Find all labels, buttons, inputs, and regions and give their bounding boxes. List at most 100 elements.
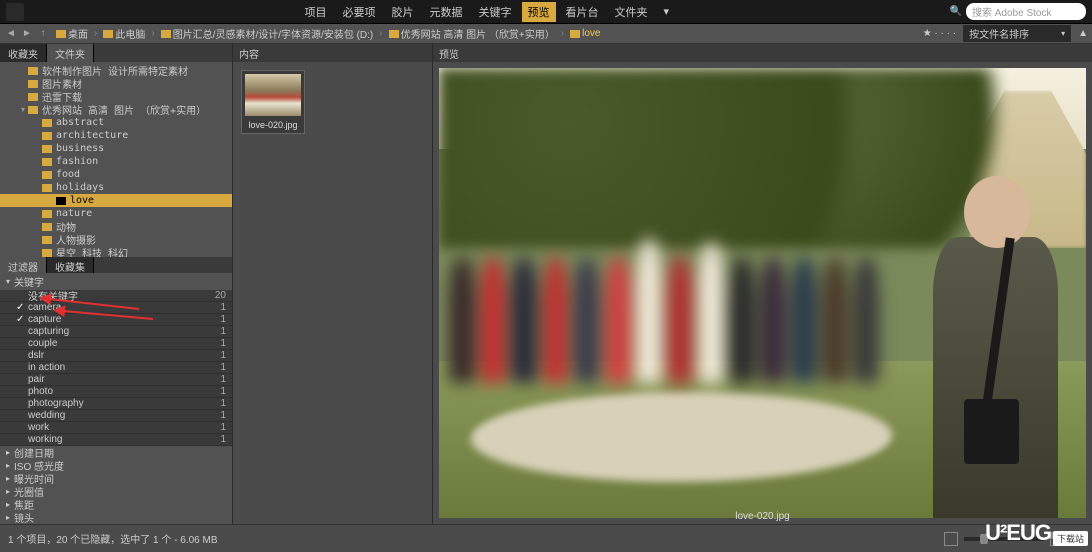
category-label: 镜头 xyxy=(14,510,34,524)
crumb-sep-icon: › xyxy=(151,28,154,39)
menu-metadata[interactable]: 元数据 xyxy=(424,2,469,22)
folder-tree[interactable]: 软件制作图片 设计所需特定素材图片素材迅雷下载▾优秀网站 高清 图片 （欣赏+实… xyxy=(0,62,232,257)
folder-icon xyxy=(42,249,52,257)
filter-tabs: 过滤器 收藏集 xyxy=(0,257,232,273)
folder-row[interactable]: fashion xyxy=(0,155,232,168)
crumb-pc[interactable]: 此电脑 xyxy=(99,26,149,41)
menu-essentials[interactable]: 必要项 xyxy=(337,2,382,22)
nav-fwd-icon[interactable]: ► xyxy=(20,27,34,41)
status-bar: 1 个项目，20 个已隐藏，选中了 1 个 - 6.06 MB xyxy=(0,524,1092,552)
preview-area[interactable]: love-020.jpg xyxy=(433,62,1092,524)
keyword-count: 1 xyxy=(220,326,226,337)
menu-filmstrip[interactable]: 胶片 xyxy=(386,2,420,22)
tab-collections[interactable]: 收藏集 xyxy=(47,257,94,273)
keyword-count: 1 xyxy=(220,314,226,325)
folder-label: abstract xyxy=(56,117,104,128)
folder-icon xyxy=(42,132,52,140)
folder-row[interactable]: love xyxy=(0,194,232,207)
keyword-count: 1 xyxy=(220,386,226,397)
search-icon: 🔍 xyxy=(950,6,962,17)
folder-row[interactable]: 星空 科技 科幻 xyxy=(0,246,232,257)
thumbnail-item[interactable]: love-020.jpg xyxy=(241,70,305,134)
keyword-row[interactable]: 没有关键字20 xyxy=(0,290,232,302)
crumb-sep-icon: › xyxy=(561,28,564,39)
thumbnail-label: love-020.jpg xyxy=(245,116,301,130)
watermark: U²EUG 下载站 xyxy=(985,520,1088,546)
folder-label: holidays xyxy=(56,182,104,193)
folder-row[interactable]: business xyxy=(0,142,232,155)
menu-keywords[interactable]: 关键字 xyxy=(473,2,518,22)
nav-back-icon[interactable]: ◄ xyxy=(4,27,18,41)
main: 收藏夹 文件夹 软件制作图片 设计所需特定素材图片素材迅雷下载▾优秀网站 高清 … xyxy=(0,44,1092,524)
thumbnail-image xyxy=(245,74,301,116)
crumb-desktop[interactable]: 桌面 xyxy=(52,26,92,41)
sort-dropdown[interactable]: 按文件名排序▾ xyxy=(962,24,1072,43)
keyword-row[interactable]: capturing1 xyxy=(0,326,232,338)
keyword-count: 1 xyxy=(220,422,226,433)
keyword-count: 20 xyxy=(215,290,226,301)
checkmark-icon: ✓ xyxy=(16,302,26,313)
menu-preview[interactable]: 预览 xyxy=(522,2,556,22)
folder-row[interactable]: 图片素材 xyxy=(0,77,232,90)
keyword-count: 1 xyxy=(220,374,226,385)
disclosure-icon: ▸ xyxy=(6,500,10,509)
menu-dropdown-icon[interactable]: ▾ xyxy=(658,3,676,20)
folder-icon xyxy=(570,30,580,38)
keyword-row[interactable]: photo1 xyxy=(0,386,232,398)
keyword-row[interactable]: in action1 xyxy=(0,362,232,374)
tab-filter[interactable]: 过滤器 xyxy=(0,257,47,273)
menu-project[interactable]: 项目 xyxy=(299,2,333,22)
left-column: 收藏夹 文件夹 软件制作图片 设计所需特定素材图片素材迅雷下载▾优秀网站 高清 … xyxy=(0,44,233,524)
thumbnail-area[interactable]: love-020.jpg xyxy=(233,62,432,524)
keyword-row[interactable]: wedding1 xyxy=(0,410,232,422)
tab-folders[interactable]: 文件夹 xyxy=(47,44,94,62)
disclosure-icon: ▸ xyxy=(6,513,10,522)
keyword-row[interactable]: ✓camera1 xyxy=(0,302,232,314)
crumb-sep-icon: › xyxy=(94,28,97,39)
folder-icon xyxy=(42,119,52,127)
keyword-row[interactable]: dslr1 xyxy=(0,350,232,362)
keyword-count: 1 xyxy=(220,434,226,445)
category-row[interactable]: ▸光圈值 xyxy=(0,485,232,498)
folder-icon xyxy=(28,106,38,114)
tab-favorites[interactable]: 收藏夹 xyxy=(0,44,47,62)
crumb-drive[interactable]: 图片汇总/灵感素材/设计/字体资源/安装包 (D:) xyxy=(157,26,378,41)
crumb-parent[interactable]: 优秀网站 高清 图片 （欣赏+实用） xyxy=(385,26,559,41)
folder-row[interactable]: 动物 xyxy=(0,220,232,233)
folder-label: fashion xyxy=(56,156,98,167)
crumb-current[interactable]: love xyxy=(566,28,604,39)
category-row[interactable]: ▸焦距 xyxy=(0,498,232,511)
keyword-row[interactable]: pair1 xyxy=(0,374,232,386)
preview-caption: love-020.jpg xyxy=(735,511,789,522)
folder-row[interactable]: holidays xyxy=(0,181,232,194)
keyword-row[interactable]: couple1 xyxy=(0,338,232,350)
folder-row[interactable]: abstract xyxy=(0,116,232,129)
disclosure-icon: ▸ xyxy=(6,461,10,470)
disclosure-icon: ▾ xyxy=(6,277,10,286)
folder-row[interactable]: architecture xyxy=(0,129,232,142)
search-input[interactable]: 搜索 Adobe Stock xyxy=(966,3,1086,20)
keyword-row[interactable]: work1 xyxy=(0,422,232,434)
top-left xyxy=(6,3,24,21)
menu-lighttable[interactable]: 看片台 xyxy=(560,2,605,22)
sort-asc-icon[interactable]: ▲ xyxy=(1078,28,1088,39)
keyword-row[interactable]: photography1 xyxy=(0,398,232,410)
folder-label: food xyxy=(56,169,80,180)
folder-row[interactable]: ▾优秀网站 高清 图片 （欣赏+实用） xyxy=(0,103,232,116)
category-row[interactable]: ▸ 镜头 xyxy=(0,511,232,524)
folder-row[interactable]: nature xyxy=(0,207,232,220)
star-filter-icon[interactable]: ★ · · · · xyxy=(923,28,956,39)
view-grid-icon[interactable] xyxy=(944,532,958,546)
folder-row[interactable]: food xyxy=(0,168,232,181)
folder-icon xyxy=(28,93,38,101)
menu-folders[interactable]: 文件夹 xyxy=(609,2,654,22)
folder-icon xyxy=(56,197,66,205)
folder-icon xyxy=(161,30,171,38)
disclosure-icon: ▸ xyxy=(6,448,10,457)
folder-label: love xyxy=(70,195,94,206)
folder-label: nature xyxy=(56,208,92,219)
nav-up-icon[interactable]: ↑ xyxy=(36,27,50,41)
keyword-row[interactable]: ✓capture1 xyxy=(0,314,232,326)
folder-row[interactable]: 软件制作图片 设计所需特定素材 xyxy=(0,64,232,77)
folder-icon xyxy=(389,30,399,38)
